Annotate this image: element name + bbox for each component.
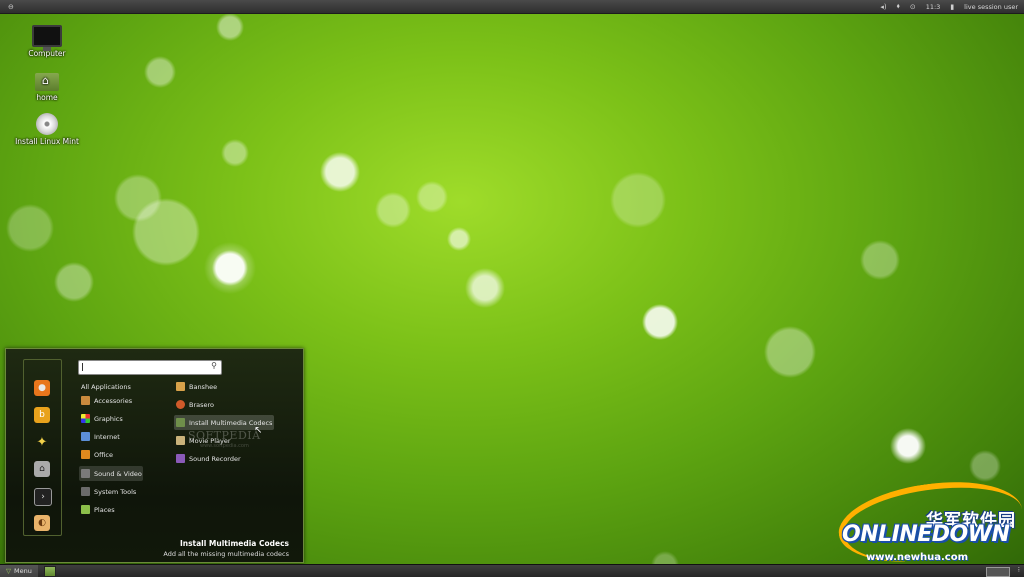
category-label: Places — [94, 505, 115, 514]
app-label: Sound Recorder — [189, 454, 241, 463]
application-menu: ● b ✦ ⌂ › ◐ ⚲ All Applications Accessori… — [5, 348, 304, 563]
category-label: Sound & Video — [94, 469, 142, 478]
app-sound-recorder[interactable]: Sound Recorder — [174, 451, 274, 466]
softpedia-url: www.softpedia.com — [200, 443, 249, 449]
logo-brand-text: ONLINEDOWN — [842, 522, 1010, 547]
category-all-applications[interactable]: All Applications — [79, 379, 143, 394]
network-icon[interactable]: ⬧ — [897, 2, 900, 11]
desktop-icon-home[interactable]: home — [7, 73, 87, 102]
logo-url: www.newhua.com — [866, 552, 969, 563]
package-icon[interactable]: ⌂ — [34, 461, 50, 477]
category-places[interactable]: Places — [79, 502, 143, 517]
clock-time[interactable]: 11:3 — [926, 3, 941, 11]
category-label: System Tools — [94, 487, 137, 496]
mouse-pointer-icon: ↖ — [254, 425, 263, 436]
description-title: Install Multimedia Codecs — [179, 539, 289, 548]
movie-player-icon — [176, 436, 185, 445]
category-office[interactable]: Office — [79, 447, 143, 462]
app-label: Banshee — [189, 382, 218, 391]
microphone-icon — [176, 454, 185, 463]
mint-logo-icon: ▽ — [6, 567, 11, 575]
category-label: Graphics — [94, 414, 123, 423]
star-icon[interactable]: ✦ — [34, 434, 50, 450]
brasero-icon — [176, 400, 185, 409]
desktop-icon-install[interactable]: Install Linux Mint — [7, 113, 87, 146]
clock-icon: ⊙ — [909, 2, 916, 11]
banshee-icon[interactable]: b — [34, 407, 50, 423]
graphics-icon — [81, 414, 90, 423]
app-brasero[interactable]: Brasero — [174, 397, 274, 412]
onlinedown-logo: 华军软件园 ONLINEDOWN www.newhua.com — [833, 471, 1024, 576]
softpedia-watermark: SOFTPEDIA — [188, 429, 261, 442]
menu-button-label: Menu — [14, 567, 32, 575]
terminal-icon[interactable]: › — [34, 488, 52, 506]
internet-icon — [81, 432, 90, 441]
top-panel: ⊖ ◂) ⬧ ⊙ 11:3 ▮ live session user — [0, 0, 1024, 14]
category-graphics[interactable]: Graphics — [79, 411, 143, 426]
desktop-icon-label: Install Linux Mint — [15, 137, 79, 146]
search-input[interactable]: ⚲ — [78, 360, 222, 375]
category-label: Office — [94, 450, 113, 459]
desktop-icon-computer[interactable]: Computer — [7, 25, 87, 58]
system-tools-icon — [81, 487, 90, 496]
folder-icon — [81, 505, 90, 514]
category-label: All Applications — [81, 382, 131, 391]
search-icon: ⚲ — [211, 361, 217, 370]
favorites-bar: ● b ✦ ⌂ › ◐ — [23, 359, 62, 536]
category-label: Internet — [94, 432, 120, 441]
volume-icon[interactable]: ◂) — [880, 3, 886, 11]
category-system-tools[interactable]: System Tools — [79, 484, 143, 499]
home-folder-icon — [35, 73, 59, 91]
desktop-icon-label: home — [36, 93, 58, 102]
category-label: Accessories — [94, 396, 133, 405]
link-icon[interactable]: ⊖ — [8, 3, 14, 11]
accessories-icon — [81, 396, 90, 405]
category-internet[interactable]: Internet — [79, 429, 143, 444]
logout-icon[interactable]: ◐ — [34, 515, 50, 531]
description-text: Add all the missing multimedia codecs — [163, 550, 289, 558]
firefox-icon[interactable]: ● — [34, 380, 50, 396]
category-accessories[interactable]: Accessories — [79, 393, 143, 408]
user-icon: ▮ — [950, 2, 955, 11]
text-cursor — [82, 363, 83, 371]
menu-button[interactable]: ▽ Menu — [0, 565, 38, 577]
app-label: Brasero — [189, 400, 215, 409]
monitor-icon — [32, 25, 62, 51]
codecs-icon — [176, 418, 185, 427]
file-manager-launcher-icon[interactable] — [43, 565, 56, 577]
user-session-label[interactable]: live session user — [964, 3, 1018, 11]
sound-video-icon — [81, 469, 90, 478]
app-banshee[interactable]: Banshee — [174, 379, 274, 394]
disc-icon — [36, 113, 58, 135]
banshee-app-icon — [176, 382, 185, 391]
category-sound-video[interactable]: Sound & Video — [79, 466, 143, 481]
office-icon — [81, 450, 90, 459]
